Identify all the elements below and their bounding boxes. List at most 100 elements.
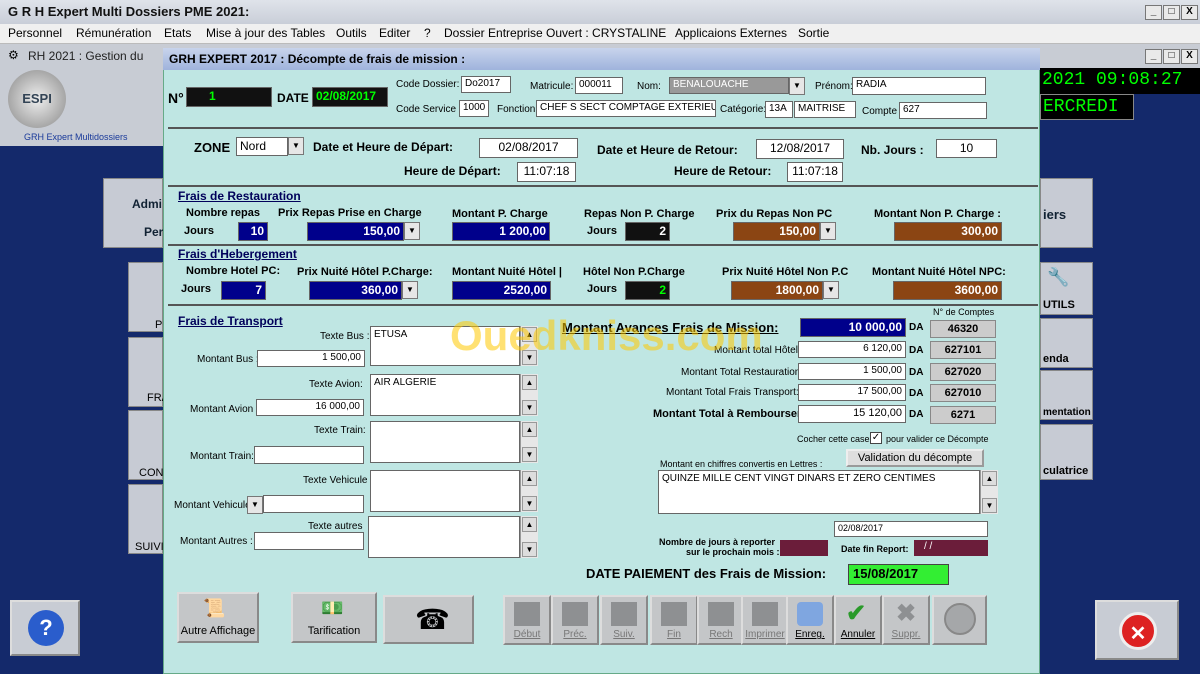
date-fin-report-field[interactable]: / /	[914, 540, 988, 556]
no-field[interactable]: 1	[186, 87, 272, 107]
texte-train-field[interactable]	[370, 421, 520, 463]
side-tile-dossiers[interactable]: iers	[1040, 178, 1093, 248]
side-tile-calculatrice[interactable]: culatrice	[1040, 424, 1093, 480]
menu-personnel[interactable]: Personnel	[8, 26, 62, 40]
repas-npc-field[interactable]: 2	[625, 222, 670, 241]
texte-vehicule-field[interactable]	[370, 470, 520, 512]
montant-train-field[interactable]	[254, 446, 364, 464]
menu-help[interactable]: ?	[424, 26, 431, 40]
chevron-down-icon[interactable]: ▼	[789, 77, 805, 95]
side-tile-fra[interactable]: FRA	[128, 337, 169, 407]
scrollbar[interactable]: ▲ ▼	[520, 516, 538, 558]
total-transport-field[interactable]: 17 500,00	[798, 384, 906, 401]
chevron-down-icon[interactable]: ▼	[402, 281, 418, 299]
montant-avion-field[interactable]: 16 000,00	[256, 399, 364, 416]
close-button[interactable]: X	[1181, 5, 1198, 20]
side-tile-conc[interactable]: CONC	[128, 410, 171, 480]
heure-retour-field[interactable]: 11:07:18	[787, 162, 843, 182]
prec-button[interactable]: Préc.	[551, 595, 599, 645]
lettres-field[interactable]: QUINZE MILLE CENT VINGT DINARS ET ZERO C…	[658, 470, 980, 514]
total-rembourser-field[interactable]: 15 120,00	[798, 405, 906, 423]
record-button[interactable]	[932, 595, 987, 645]
side-tile-outils[interactable]: 🔧 UTILS	[1040, 262, 1093, 315]
nom-field[interactable]: BENALOUACHE	[669, 77, 789, 94]
menu-tables[interactable]: Mise à jour des Tables	[206, 26, 325, 40]
montant-autres-field[interactable]	[254, 532, 364, 550]
menu-dossier[interactable]: Dossier Entreprise Ouvert : CRYSTALINE	[444, 26, 666, 40]
scrollbar[interactable]: ▲ ▼	[520, 374, 538, 416]
child-maximize-button[interactable]: □	[1163, 49, 1180, 64]
rech-button[interactable]: Rech	[697, 595, 745, 645]
chevron-down-icon[interactable]: ▼	[823, 281, 839, 299]
debut-button[interactable]: Début	[503, 595, 551, 645]
hotel-npc-field[interactable]: 2	[625, 281, 670, 300]
categorie-field[interactable]: MAITRISE	[794, 101, 856, 118]
validate-checkbox[interactable]: ✓	[870, 432, 882, 444]
zone-select[interactable]: Nord	[236, 137, 288, 156]
montant-vehicule-field[interactable]	[263, 495, 364, 513]
autre-affichage-button[interactable]: 📜 Autre Affichage	[177, 592, 259, 643]
menu-etats[interactable]: Etats	[164, 26, 191, 40]
scrollbar[interactable]: ▲ ▼	[520, 470, 538, 512]
montant-nuite-field[interactable]: 2520,00	[452, 281, 551, 300]
side-tile-admin[interactable]: Admi Per	[103, 178, 163, 248]
menu-remuneration[interactable]: Rémunération	[76, 26, 151, 40]
code-dossier-field[interactable]: Do2017	[461, 76, 511, 93]
code-service-field[interactable]: 1000	[459, 100, 489, 117]
montant-npc-field[interactable]: 300,00	[894, 222, 1002, 241]
tarification-button[interactable]: 💵 Tarification	[291, 592, 377, 643]
chevron-down-icon[interactable]: ▼	[288, 137, 304, 155]
chevron-down-icon[interactable]: ▼	[404, 222, 420, 240]
date-field[interactable]: 02/08/2017	[312, 87, 388, 107]
imprimer-button[interactable]: Imprimer	[741, 595, 789, 645]
menu-applications[interactable]: Applicaions Externes	[675, 26, 787, 40]
chevron-down-icon[interactable]: ▼	[820, 222, 836, 240]
total-restauration-field[interactable]: 1 500,00	[798, 363, 906, 380]
scrollbar[interactable]: ▲ ▼	[980, 470, 998, 514]
montant-pc-field[interactable]: 1 200,00	[452, 222, 550, 241]
report-days-field[interactable]	[780, 540, 828, 556]
side-tile-documentation[interactable]: mentation	[1040, 370, 1093, 420]
date-fin-field[interactable]: 02/08/2017	[834, 521, 988, 537]
validation-button[interactable]: Validation du décompte	[846, 449, 984, 467]
maximize-button[interactable]: □	[1163, 5, 1180, 20]
side-tile-suivi[interactable]: SUIVI	[128, 484, 164, 554]
scrollbar[interactable]: ▲ ▼	[520, 421, 538, 463]
prix-repas-pc-field[interactable]: 150,00	[307, 222, 404, 241]
side-tile-p[interactable]: P	[128, 262, 163, 332]
prix-nuite-npc-field[interactable]: 1800,00	[731, 281, 823, 300]
montant-nuite-npc-field[interactable]: 3600,00	[893, 281, 1002, 300]
nb-repas-field[interactable]: 10	[238, 222, 268, 241]
minimize-button[interactable]: _	[1145, 5, 1162, 20]
matricule-field[interactable]: 000011	[575, 77, 623, 94]
total-hotel-field[interactable]: 6 120,00	[798, 341, 906, 358]
child-minimize-button[interactable]: _	[1145, 49, 1162, 64]
compte-field[interactable]: 627	[899, 102, 987, 119]
categorie-code-field[interactable]: 13A	[765, 101, 793, 118]
heure-depart-field[interactable]: 11:07:18	[517, 162, 576, 182]
depart-date-field[interactable]: 02/08/2017	[479, 138, 578, 158]
suppr-button[interactable]: ✖ Suppr.	[882, 595, 930, 645]
prenom-field[interactable]: RADIA	[852, 77, 986, 95]
menu-editer[interactable]: Editer	[379, 26, 410, 40]
texte-avion-field[interactable]: AIR ALGERIE	[370, 374, 520, 416]
prix-repas-npc-field[interactable]: 150,00	[733, 222, 820, 241]
avances-field[interactable]: 10 000,00	[800, 318, 906, 337]
nb-hotel-field[interactable]: 7	[221, 281, 266, 300]
exit-button[interactable]: ✕	[1095, 600, 1179, 660]
fin-button[interactable]: Fin	[650, 595, 698, 645]
montant-bus-field[interactable]: 1 500,00	[257, 350, 365, 367]
phone-button[interactable]: ☎	[383, 595, 474, 644]
enreg-button[interactable]: Enreg.	[786, 595, 834, 645]
prix-nuite-pc-field[interactable]: 360,00	[309, 281, 402, 300]
help-button[interactable]: ?	[10, 600, 80, 656]
paiement-field[interactable]: 15/08/2017	[848, 564, 949, 585]
texte-autres-field[interactable]	[368, 516, 520, 558]
retour-date-field[interactable]: 12/08/2017	[756, 139, 844, 159]
suiv-button[interactable]: Suiv.	[600, 595, 648, 645]
child-close-button[interactable]: X	[1181, 49, 1198, 64]
menu-outils[interactable]: Outils	[336, 26, 367, 40]
side-tile-agenda[interactable]: enda	[1040, 318, 1093, 368]
annuler-button[interactable]: ✔ Annuler	[834, 595, 882, 645]
nb-jours-field[interactable]: 10	[936, 139, 997, 158]
